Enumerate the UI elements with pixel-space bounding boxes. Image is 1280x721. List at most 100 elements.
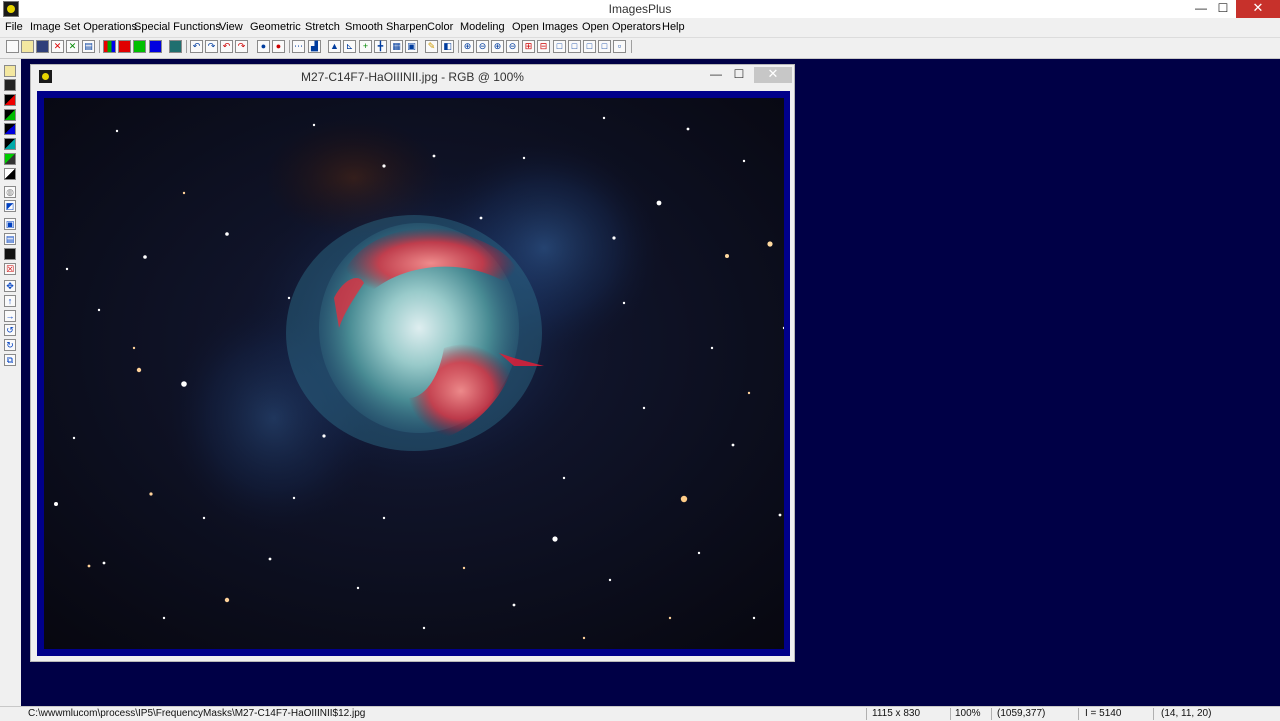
status-coords: (1059,377) <box>997 708 1046 719</box>
left-white-black-icon[interactable] <box>4 168 16 180</box>
scale-icon[interactable]: ⊾ <box>343 40 356 53</box>
status-file-path: C:\wwwmlucom\process\IP5\FrequencyMasks\… <box>28 708 366 719</box>
zoom-100-icon[interactable]: ⊖ <box>506 40 519 53</box>
status-divider <box>991 708 992 720</box>
save-icon[interactable] <box>36 40 49 53</box>
menu-color[interactable]: Color <box>427 21 453 33</box>
rgb-channels-icon[interactable] <box>103 40 116 53</box>
copy-icon[interactable]: ⧉ <box>4 354 16 366</box>
left-square-icon[interactable]: ▣ <box>4 218 16 230</box>
undo-icon[interactable]: ↶ <box>190 40 203 53</box>
status-divider <box>866 708 867 720</box>
left-black-red-icon[interactable] <box>4 94 16 106</box>
settings-icon[interactable]: ▤ <box>82 40 95 53</box>
menu-open-operators[interactable]: Open Operators <box>582 21 661 33</box>
left-black-cyan-icon[interactable] <box>4 138 16 150</box>
close-button[interactable]: ✕ <box>1236 0 1280 18</box>
zoom-fit-icon[interactable]: ⊕ <box>491 40 504 53</box>
zoom-rect-icon[interactable]: ⊞ <box>522 40 535 53</box>
new-icon[interactable] <box>6 40 19 53</box>
frame-e-icon[interactable]: ▫ <box>613 40 626 53</box>
status-divider <box>1153 708 1154 720</box>
menu-image-set-operations[interactable]: Image Set Operations <box>30 21 137 33</box>
toolbar-separator <box>631 40 632 53</box>
crop-icon[interactable]: ▲ <box>328 40 341 53</box>
menu-modeling[interactable]: Modeling <box>460 21 505 33</box>
window-icon[interactable]: ◧ <box>441 40 454 53</box>
red-channel-icon[interactable] <box>118 40 131 53</box>
frame-icon[interactable]: ▦ <box>390 40 403 53</box>
status-rgb-value: (14, 11, 20) <box>1161 708 1212 719</box>
align-icon[interactable]: ╋ <box>374 40 387 53</box>
zoom-out-icon[interactable]: ⊖ <box>476 40 489 53</box>
close-green-icon[interactable]: ✕ <box>66 40 79 53</box>
menu-file[interactable]: File <box>5 21 23 33</box>
left-solid-icon[interactable] <box>4 248 16 260</box>
histogram-icon[interactable]: ▟ <box>308 40 321 53</box>
move-icon[interactable]: ✥ <box>4 280 16 292</box>
toolbar-separator <box>99 40 100 53</box>
menu-geometric[interactable]: Geometric <box>250 21 301 33</box>
image-window-close-button[interactable]: ✕ <box>754 67 792 83</box>
undo-all-icon[interactable]: ↶ <box>220 40 233 53</box>
frame-b-icon[interactable]: □ <box>568 40 581 53</box>
dot-red-icon[interactable]: ● <box>272 40 285 53</box>
left-x-icon[interactable]: ☒ <box>4 263 16 275</box>
left-toolbar: ◍ ◩ ▣ ▤ ☒ ✥ ↑ → ↺ ↻ ⧉ <box>0 59 22 720</box>
frame-d-icon[interactable]: □ <box>598 40 611 53</box>
redo-icon[interactable]: ↷ <box>205 40 218 53</box>
status-intensity: I = 5140 <box>1085 708 1122 719</box>
dot-black-icon[interactable]: ● <box>257 40 270 53</box>
line-select-icon[interactable]: ⋯ <box>292 40 305 53</box>
open-icon[interactable] <box>21 40 34 53</box>
image-frame <box>37 91 790 656</box>
toolbar: ✕ ✕ ▤ ↶ ↷ ↶ ↷ ● ● ⋯ ▟ ▲ ⊾ + ╋ ▦ ▣ ✎ ◧ ⊕ … <box>0 38 1280 59</box>
left-green-black-icon[interactable] <box>4 153 16 165</box>
left-black-icon[interactable] <box>4 79 16 91</box>
frame-a-icon[interactable]: □ <box>553 40 566 53</box>
status-zoom: 100% <box>955 708 981 719</box>
status-divider <box>950 708 951 720</box>
app-title: ImagesPlus <box>608 2 672 16</box>
rotate-right-icon[interactable]: ↻ <box>4 339 16 351</box>
left-black-green-icon[interactable] <box>4 109 16 121</box>
image-window[interactable]: M27-C14F7-HaOIIINII.jpg - RGB @ 100% — ☐… <box>30 64 795 662</box>
arrow-up-icon[interactable]: ↑ <box>4 295 16 307</box>
arrow-right-icon[interactable]: → <box>4 310 16 322</box>
zoom-in-icon[interactable]: ⊕ <box>461 40 474 53</box>
menu-special-functions[interactable]: Special Functions <box>134 21 221 33</box>
redo-all-icon[interactable]: ↷ <box>235 40 248 53</box>
nebula-image[interactable] <box>44 98 784 649</box>
close-red-icon[interactable]: ✕ <box>51 40 64 53</box>
menu-stretch[interactable]: Stretch <box>305 21 340 33</box>
status-dimensions: 1115 x 830 <box>872 708 921 719</box>
cross-icon[interactable]: + <box>359 40 372 53</box>
menu-bar: File Image Set Operations Special Functi… <box>0 19 1280 38</box>
toolbar-separator <box>458 40 459 53</box>
status-bar: C:\wwwmlucom\process\IP5\FrequencyMasks\… <box>0 706 1280 721</box>
green-channel-icon[interactable] <box>133 40 146 53</box>
pen-icon[interactable]: ✎ <box>425 40 438 53</box>
mono-icon[interactable] <box>169 40 182 53</box>
menu-view[interactable]: View <box>219 21 243 33</box>
left-open-icon[interactable] <box>4 65 16 77</box>
status-divider <box>1078 708 1079 720</box>
left-black-blue-icon[interactable] <box>4 123 16 135</box>
image-window-maximize-button[interactable]: ☐ <box>728 67 750 83</box>
left-bars-icon[interactable]: ▤ <box>4 233 16 245</box>
toolbar-separator <box>289 40 290 53</box>
left-grey-icon[interactable]: ◍ <box>4 186 16 198</box>
image-window-minimize-button[interactable]: — <box>705 67 727 83</box>
app-title-bar: ImagesPlus — ☐ ✕ <box>0 0 1280 18</box>
menu-help[interactable]: Help <box>662 21 685 33</box>
rotate-left-icon[interactable]: ↺ <box>4 324 16 336</box>
blue-channel-icon[interactable] <box>149 40 162 53</box>
zoom-rect-2-icon[interactable]: ⊟ <box>537 40 550 53</box>
menu-open-images[interactable]: Open Images <box>512 21 578 33</box>
menu-smooth-sharpen[interactable]: Smooth Sharpen <box>345 21 428 33</box>
frame-c-icon[interactable]: □ <box>583 40 596 53</box>
maximize-button[interactable]: ☐ <box>1210 0 1236 18</box>
left-diagonal-icon[interactable]: ◩ <box>4 200 16 212</box>
camera-icon[interactable]: ▣ <box>405 40 418 53</box>
toolbar-separator <box>186 40 187 53</box>
